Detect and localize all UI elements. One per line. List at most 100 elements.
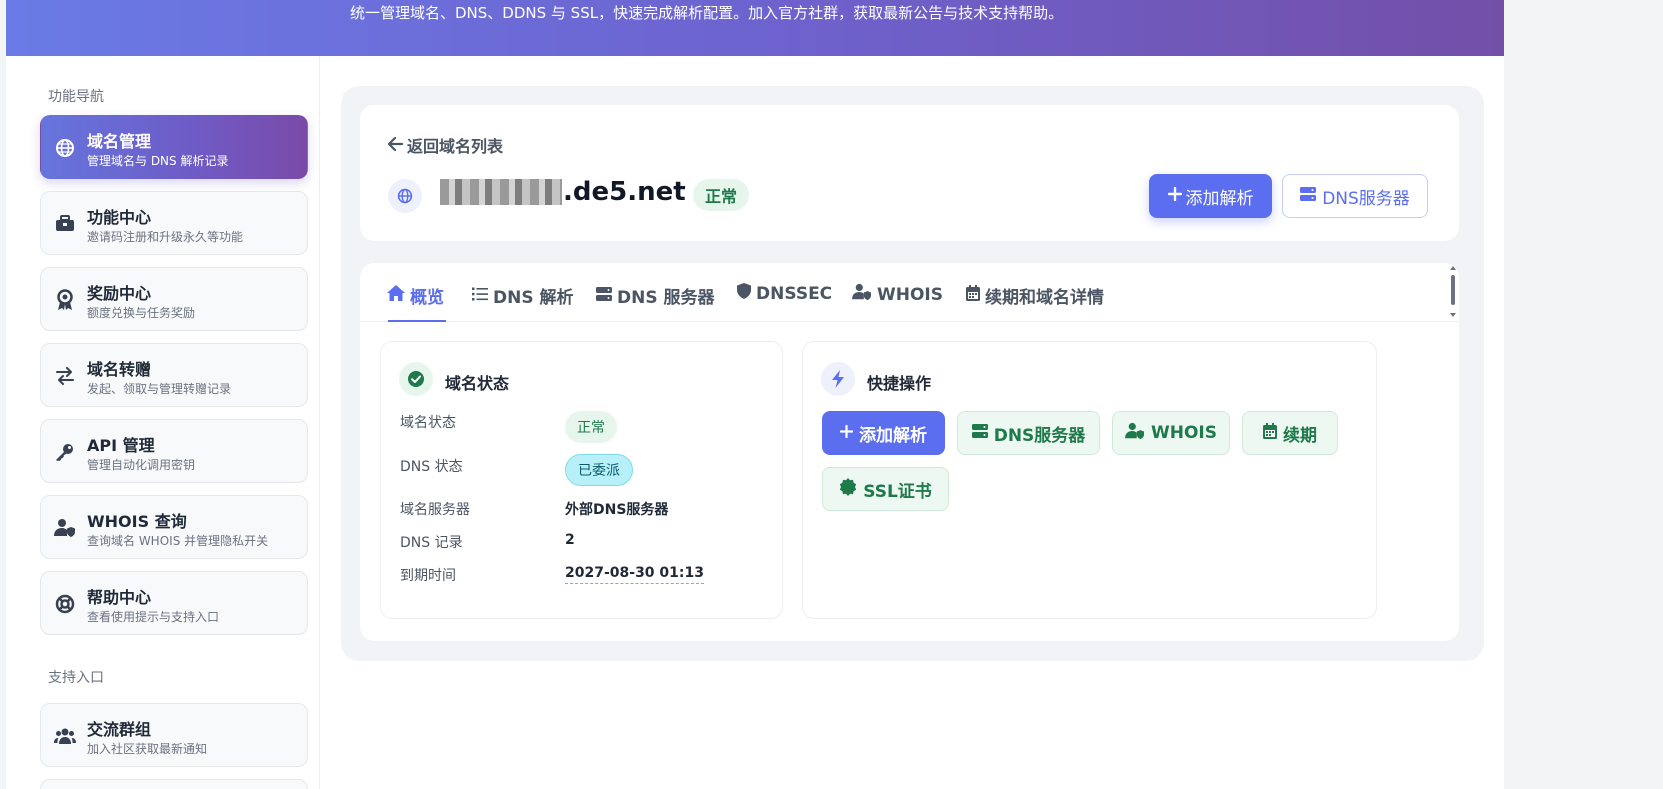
- tab-dns-records[interactable]: DNS 解析: [472, 283, 574, 308]
- domain-detail-card: 概览 DNS 解析 DNS 服务器 DNSSEC WHOIS 续期和域名详情 域…: [360, 263, 1459, 641]
- button-label: 添加解析: [859, 425, 927, 446]
- globe-icon: [53, 136, 77, 160]
- tab-bar: 概览 DNS 解析 DNS 服务器 DNSSEC WHOIS 续期和域名详情: [360, 263, 1459, 322]
- button-label: 续期: [1283, 425, 1317, 446]
- certificate-icon: [839, 477, 857, 501]
- sidebar-item-help-center[interactable]: 帮助中心 查看使用提示与支持入口: [40, 571, 308, 635]
- sidebar-item-subtitle: 邀请码注册和升级永久等功能: [87, 230, 244, 244]
- sidebar-item-title: 帮助中心: [87, 588, 152, 607]
- plus-icon: [1167, 186, 1182, 206]
- sidebar-section-support: 支持入口: [48, 670, 104, 686]
- button-label: SSL证书: [863, 481, 932, 502]
- calendar-icon: [1263, 422, 1277, 444]
- dns-status-value: 已委派: [565, 454, 633, 486]
- sidebar-item-title: API 管理: [87, 436, 155, 455]
- domain-status-panel: 域名状态 域名状态 正常 DNS 状态 已委派 域名服务器 外部DNS服务器 D…: [380, 341, 783, 619]
- user-shield-icon: [852, 283, 872, 306]
- button-label: WHOIS: [1151, 423, 1217, 443]
- server-icon: [971, 423, 988, 443]
- sidebar-item-partial[interactable]: [40, 779, 308, 789]
- sidebar-item-subtitle: 发起、领取与管理转赠记录: [87, 382, 232, 396]
- sidebar-item-domain-management[interactable]: 域名管理 管理域名与 DNS 解析记录: [40, 115, 308, 179]
- main-content: 返回域名列表 .de5.net 正常 添加解析 DNS服务器 概览 DNS 解析…: [341, 86, 1484, 661]
- sidebar-item-feature-center[interactable]: 功能中心 邀请码注册和升级永久等功能: [40, 191, 308, 255]
- list-icon: [472, 286, 488, 306]
- home-icon: [387, 285, 405, 306]
- sidebar-item-domain-transfer[interactable]: 域名转赠 发起、领取与管理转赠记录: [40, 343, 308, 407]
- dns-records-value: 2: [565, 532, 575, 548]
- sidebar-item-subtitle: 查询域名 WHOIS 并管理隐私开关: [87, 534, 269, 548]
- user-shield-icon: [53, 516, 77, 540]
- sidebar-item-title: 功能中心: [87, 208, 152, 227]
- sidebar-section-nav: 功能导航: [48, 89, 104, 105]
- tab-renewal-details[interactable]: 续期和域名详情: [966, 283, 1104, 308]
- panel-title: 快捷操作: [867, 374, 932, 393]
- domain-name: .de5.net: [440, 177, 686, 207]
- calendar-icon: [966, 285, 980, 306]
- sidebar-item-subtitle: 管理域名与 DNS 解析记录: [87, 154, 229, 168]
- nameserver-label: 域名服务器: [400, 502, 470, 518]
- expiry-value[interactable]: 2027-08-30 01:13: [565, 565, 704, 584]
- add-record-button[interactable]: 添加解析: [1149, 174, 1272, 218]
- tab-dnssec[interactable]: DNSSEC: [737, 283, 832, 304]
- back-to-domain-list-link[interactable]: 返回域名列表: [387, 133, 504, 157]
- panel-title: 域名状态: [445, 374, 510, 393]
- tab-label: DNS 服务器: [617, 288, 715, 308]
- quick-dns-server-button[interactable]: DNS服务器: [957, 411, 1100, 455]
- sidebar-item-subtitle: 管理自动化调用密钥: [87, 458, 196, 472]
- domain-suffix: .de5.net: [563, 177, 686, 207]
- sidebar-item-title: WHOIS 查询: [87, 512, 187, 531]
- button-label: DNS服务器: [993, 425, 1086, 446]
- sidebar: 功能导航 域名管理 管理域名与 DNS 解析记录 功能中心 邀请码注册和升级永久…: [30, 56, 320, 789]
- award-icon: [53, 288, 77, 312]
- status-label: 域名状态: [400, 415, 456, 431]
- plus-icon: [839, 423, 854, 443]
- back-link-label: 返回域名列表: [407, 137, 504, 156]
- sidebar-item-reward-center[interactable]: 奖励中心 额度兑换与任务奖励: [40, 267, 308, 331]
- dns-server-button[interactable]: DNS服务器: [1282, 174, 1428, 218]
- dns-records-label: DNS 记录: [400, 535, 463, 551]
- quick-ssl-button[interactable]: SSL证书: [822, 467, 949, 511]
- tab-overview[interactable]: 概览: [387, 283, 444, 308]
- sidebar-item-subtitle: 查看使用提示与支持入口: [87, 610, 220, 624]
- expiry-label: 到期时间: [400, 568, 456, 584]
- shield-icon: [737, 283, 751, 304]
- tab-label: 概览: [410, 288, 444, 308]
- dns-status-label: DNS 状态: [400, 459, 463, 475]
- check-circle-icon: [399, 362, 433, 396]
- domain-status-badge: 正常: [693, 179, 750, 211]
- quick-actions-panel: 快捷操作 添加解析 DNS服务器 WHOIS 续期 SSL证书: [802, 341, 1377, 619]
- app-window: 统一管理域名、DNS、DDNS 与 SSL，快速完成解析配置。加入官方社群，获取…: [6, 0, 1504, 789]
- sidebar-item-title: 域名管理: [87, 132, 152, 151]
- sidebar-item-subtitle: 加入社区获取最新通知: [87, 742, 208, 756]
- add-record-label: 添加解析: [1185, 188, 1254, 209]
- nameserver-value: 外部DNS服务器: [565, 502, 669, 518]
- users-icon: [53, 724, 77, 748]
- sidebar-item-subtitle: 额度兑换与任务奖励: [87, 306, 196, 320]
- sidebar-item-title: 域名转赠: [87, 360, 152, 379]
- quick-renew-button[interactable]: 续期: [1242, 411, 1338, 455]
- quick-add-record-button[interactable]: 添加解析: [822, 411, 945, 455]
- banner-text: 统一管理域名、DNS、DDNS 与 SSL，快速完成解析配置。加入官方社群，获取…: [350, 4, 1064, 22]
- domain-status-value: 正常: [565, 411, 617, 443]
- globe-icon: [388, 179, 422, 213]
- bolt-icon: [821, 362, 855, 396]
- lifebuoy-icon: [53, 592, 77, 616]
- sidebar-item-title: 奖励中心: [87, 284, 152, 303]
- sidebar-item-community-group[interactable]: 交流群组 加入社区获取最新通知: [40, 703, 308, 767]
- key-icon: [53, 440, 77, 464]
- tab-whois[interactable]: WHOIS: [852, 283, 943, 306]
- quick-whois-button[interactable]: WHOIS: [1112, 411, 1230, 455]
- transfer-icon: [53, 364, 77, 388]
- tab-label: 续期和域名详情: [985, 288, 1104, 308]
- user-shield-icon: [1125, 422, 1145, 445]
- arrow-left-icon: [387, 136, 404, 155]
- tab-bar-scrollbar[interactable]: [1447, 263, 1459, 322]
- sidebar-item-api-management[interactable]: API 管理 管理自动化调用密钥: [40, 419, 308, 483]
- sidebar-item-title: 交流群组: [87, 720, 152, 739]
- server-icon: [596, 286, 612, 306]
- tab-dns-servers[interactable]: DNS 服务器: [596, 283, 715, 308]
- active-tab-indicator: [388, 320, 446, 322]
- sidebar-item-whois-query[interactable]: WHOIS 查询 查询域名 WHOIS 并管理隐私开关: [40, 495, 308, 559]
- tab-label: WHOIS: [877, 284, 943, 305]
